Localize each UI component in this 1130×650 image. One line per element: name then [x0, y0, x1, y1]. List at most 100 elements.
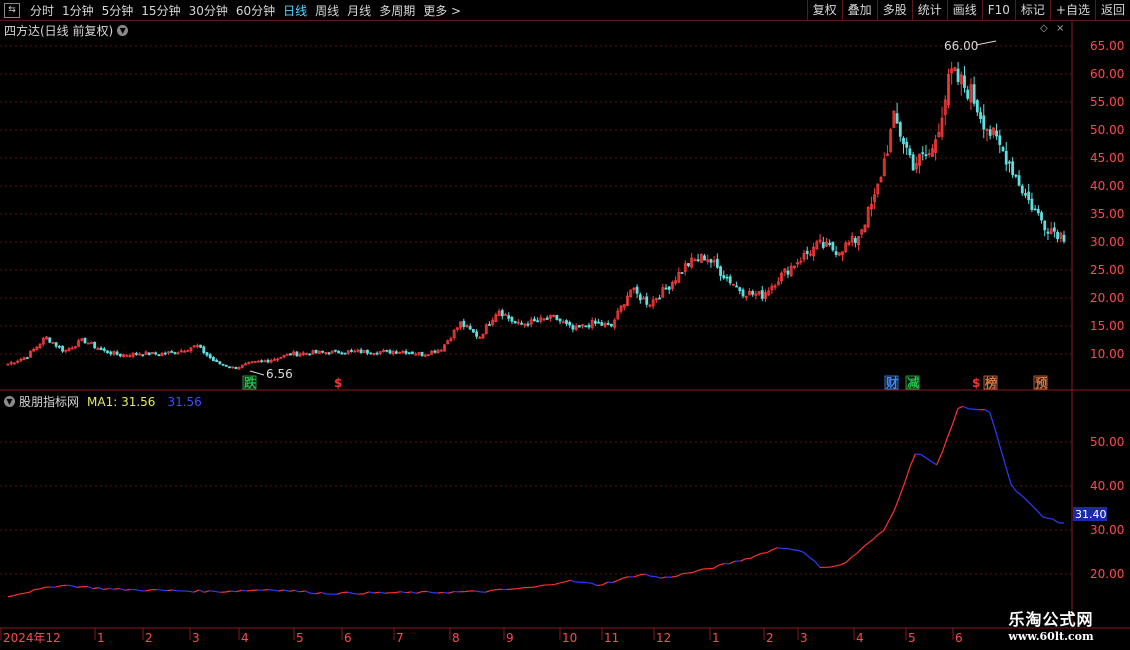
watermark-url: www.60lt.com: [1008, 630, 1094, 643]
candle-body: [147, 352, 151, 356]
time-axis-label: 2: [766, 631, 774, 645]
candle-body: [173, 352, 177, 354]
candle-body: [709, 259, 713, 263]
indicator-line-segment: [761, 552, 767, 554]
candle-body: [606, 323, 610, 325]
indicator-line-segment: [846, 556, 853, 563]
candle-body: [1027, 191, 1031, 201]
indicator-line-segment: [618, 577, 624, 581]
candle-body: [215, 360, 219, 363]
indicator-line-segment: [951, 408, 959, 425]
candle-body: [722, 275, 726, 279]
candle-body: [359, 349, 363, 354]
price-tick-label: 45.00: [1090, 151, 1124, 165]
indicator-line-segment: [61, 584, 67, 587]
indicator-line-segment: [283, 589, 290, 592]
candle-body: [141, 354, 145, 357]
candle-body: [507, 315, 511, 319]
candle-body: [520, 322, 523, 325]
candle-body: [327, 352, 331, 355]
candle-body: [600, 322, 604, 326]
candle-body: [500, 310, 504, 317]
indicator-line-segment: [225, 590, 231, 593]
time-axis-label: 2: [145, 631, 153, 645]
indicator-line-segment: [103, 588, 109, 590]
candle-body: [975, 100, 979, 113]
indicator-tick-label: 40.00: [1090, 479, 1124, 493]
indicator-line-segment: [374, 591, 380, 594]
indicator-line-segment: [34, 588, 40, 591]
indicator-line-segment: [400, 591, 407, 594]
min-price-label: 6.56: [266, 367, 293, 381]
indicator-line-segment: [893, 496, 901, 511]
candle-body: [593, 320, 597, 324]
indicator-line-segment: [946, 424, 954, 439]
indicator-line-segment: [437, 591, 444, 594]
indicator-line-segment: [570, 579, 576, 583]
candle-body: [221, 363, 225, 366]
indicator-line-segment: [533, 585, 539, 588]
indicator-line-segment: [962, 405, 969, 410]
candle-body: [157, 354, 161, 357]
indicator-line-segment: [936, 452, 943, 466]
indicator-line-segment: [1053, 518, 1060, 524]
indicator-line-segment: [411, 591, 417, 594]
indicator-line-segment: [925, 457, 932, 462]
watermark-title: 乐淘公式网: [1008, 610, 1094, 629]
candle-body: [54, 342, 58, 347]
candle-body: [988, 129, 992, 136]
candle-body: [555, 314, 559, 320]
indicator-line-segment: [485, 589, 492, 593]
candle-body: [597, 321, 600, 324]
time-axis-label: 3: [800, 631, 808, 645]
candle-body: [369, 352, 373, 355]
time-axis-label: 4: [856, 631, 864, 645]
candle-body: [760, 290, 764, 299]
indicator-line-segment: [729, 560, 736, 565]
indicator-line-segment: [39, 586, 46, 590]
candle-body: [738, 287, 742, 292]
indicator-line-segment: [87, 585, 94, 590]
candle-body: [998, 135, 1002, 145]
candle-body: [234, 366, 238, 370]
candle-body: [289, 353, 292, 356]
indicator-line-segment: [18, 592, 25, 595]
indicator-line-segment: [246, 589, 253, 592]
indicator-line-segment: [909, 453, 916, 467]
indicator-line-segment: [1037, 510, 1044, 518]
indicator-line-segment: [973, 408, 980, 411]
indicator-line-segment: [92, 587, 99, 590]
candle-body: [504, 314, 507, 316]
candle-body: [895, 113, 899, 124]
candle-body: [1036, 209, 1040, 214]
candle-body: [834, 251, 838, 255]
indicator-line-segment: [994, 429, 1001, 448]
candle-body: [1024, 193, 1027, 196]
indicator-line-segment: [750, 554, 757, 559]
candle-body: [407, 352, 411, 355]
candle-body: [25, 357, 29, 360]
candle-body: [337, 350, 341, 354]
indicator-line-segment: [273, 589, 279, 592]
candle-body: [703, 255, 706, 261]
candle-body: [388, 350, 392, 354]
candle-body: [340, 352, 344, 355]
candle-body: [202, 346, 206, 354]
indicator-line-segment: [395, 591, 401, 594]
candle-body: [154, 352, 158, 355]
candle-body: [199, 344, 202, 348]
candle-body: [805, 250, 809, 254]
indicator-line-segment: [883, 520, 890, 532]
candle-body: [208, 354, 212, 359]
candle-body: [295, 351, 299, 356]
time-axis-label: 3: [192, 631, 200, 645]
chart-canvas[interactable]: 65.00 60.00 55.00 50.00 45.00 40.00 35.00 30.00…: [0, 0, 1130, 650]
candle-body: [134, 353, 138, 355]
candle-body: [963, 75, 966, 88]
time-axis-label: 6: [955, 631, 963, 645]
indicator-line-segment: [1026, 499, 1033, 506]
time-axis-label: 8: [452, 631, 460, 645]
indicator-line-segment: [756, 552, 762, 556]
event-marker-0: 跌: [244, 375, 257, 390]
price-tick-label: 20.00: [1090, 291, 1124, 305]
